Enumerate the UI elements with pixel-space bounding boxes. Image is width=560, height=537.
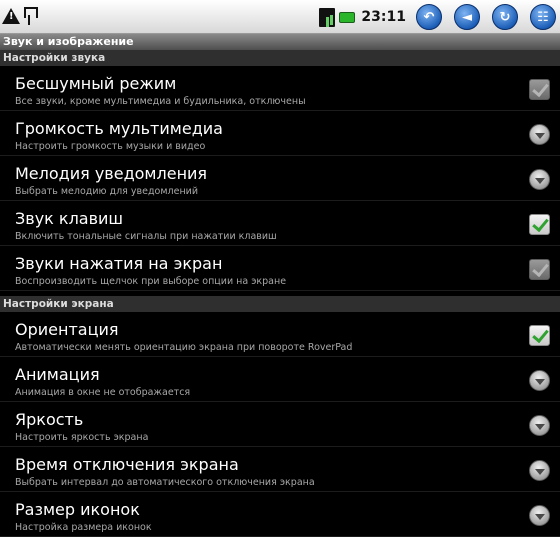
setting-title: Мелодия уведомления: [15, 164, 208, 183]
setting-subtitle: Выбрать мелодию для уведомлений: [15, 186, 199, 197]
setting-title: Громкость мультимедиа: [15, 119, 223, 138]
clock: 23:11: [361, 9, 406, 25]
orientation-checkbox[interactable]: [529, 325, 550, 346]
chevron-down-icon[interactable]: [529, 169, 550, 190]
setting-screen-timeout[interactable]: Время отключения экрана Выбрать интервал…: [0, 448, 560, 492]
sim-signal-icon: [319, 7, 336, 27]
key-sounds-checkbox[interactable]: [529, 214, 550, 235]
chevron-down-icon[interactable]: [529, 505, 550, 526]
setting-title: Размер иконок: [15, 500, 140, 519]
setting-silent-mode[interactable]: Бесшумный режим Все звуки, кроме мультим…: [0, 67, 560, 111]
setting-subtitle: Включить тональные сигналы при нажатии к…: [15, 231, 277, 242]
setting-title: Бесшумный режим: [15, 74, 177, 93]
setting-subtitle: Анимация в окне не отображается: [15, 387, 191, 398]
chevron-down-icon[interactable]: [529, 370, 550, 391]
setting-brightness[interactable]: Яркость Настроить яркость экрана: [0, 403, 560, 447]
status-left-icons: [2, 5, 38, 27]
setting-key-sounds[interactable]: Звук клавиш Включить тональные сигналы п…: [0, 202, 560, 246]
battery-icon: [339, 11, 356, 23]
usb-icon: [22, 7, 38, 25]
section-header-screen: Настройки экрана: [0, 296, 560, 312]
chevron-down-icon[interactable]: [529, 460, 550, 481]
setting-touch-sounds[interactable]: Звуки нажатия на экран Воспроизводить ще…: [0, 247, 560, 291]
chevron-down-icon[interactable]: [529, 124, 550, 145]
setting-subtitle: Все звуки, кроме мультимедиа и будильник…: [15, 96, 306, 107]
setting-notification-ringtone[interactable]: Мелодия уведомления Выбрать мелодию для …: [0, 157, 560, 201]
touch-sounds-checkbox[interactable]: [529, 259, 550, 280]
keyboard-icon[interactable]: ☷: [530, 4, 556, 30]
section-header-sound: Настройки звука: [0, 50, 560, 66]
setting-subtitle: Выбрать интервал до автоматического откл…: [15, 477, 315, 488]
setting-orientation[interactable]: Ориентация Автоматически менять ориентац…: [0, 313, 560, 357]
setting-subtitle: Автоматически менять ориентацию экрана п…: [15, 342, 353, 353]
setting-animation[interactable]: Анимация Анимация в окне не отображается: [0, 358, 560, 402]
setting-media-volume[interactable]: Громкость мультимедиа Настроить громкост…: [0, 112, 560, 156]
silent-mode-checkbox[interactable]: [529, 79, 550, 100]
volume-icon[interactable]: ◄: [454, 4, 480, 30]
setting-subtitle: Воспроизводить щелчок при выборе опции н…: [15, 276, 287, 287]
status-bar: 23:11 ↶ ◄ ↻ ☷: [0, 0, 560, 34]
status-right: 23:11 ↶ ◄ ↻ ☷: [319, 3, 560, 31]
setting-icon-size[interactable]: Размер иконок Настройка размера иконок: [0, 493, 560, 537]
setting-subtitle: Настроить громкость музыки и видео: [15, 141, 206, 152]
setting-subtitle: Настроить яркость экрана: [15, 432, 149, 443]
setting-title: Яркость: [15, 410, 84, 429]
setting-title: Время отключения экрана: [15, 455, 239, 474]
setting-title: Анимация: [15, 365, 100, 384]
screen-title: Звук и изображение: [0, 34, 560, 50]
setting-title: Звук клавиш: [15, 209, 124, 228]
setting-title: Ориентация: [15, 320, 119, 339]
back-icon[interactable]: ↶: [416, 4, 442, 30]
setting-title: Звуки нажатия на экран: [15, 254, 223, 273]
refresh-icon[interactable]: ↻: [492, 4, 518, 30]
warning-icon: [2, 8, 20, 24]
chevron-down-icon[interactable]: [529, 415, 550, 436]
setting-subtitle: Настройка размера иконок: [15, 522, 152, 533]
